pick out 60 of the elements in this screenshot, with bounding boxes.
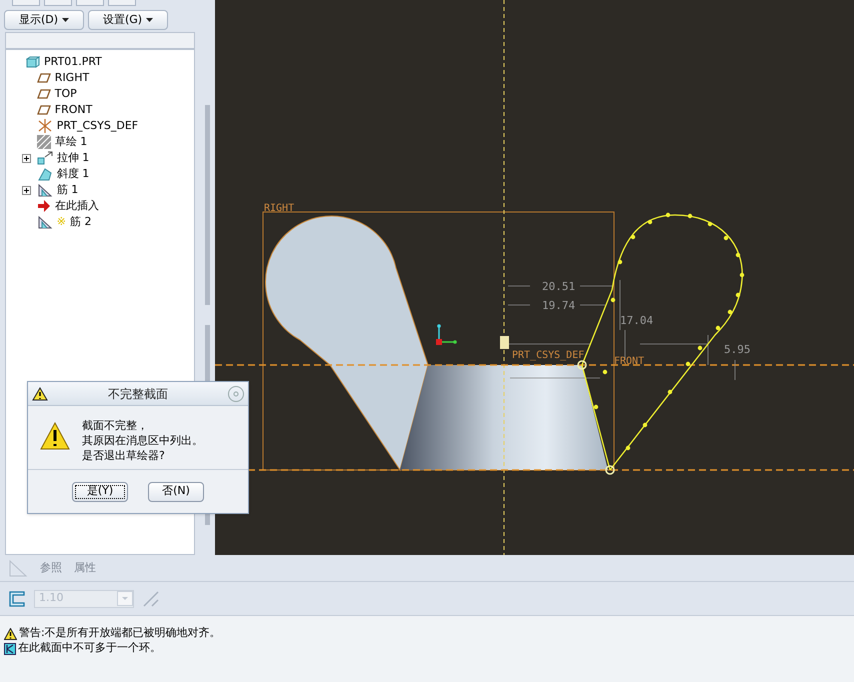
dialog-message: 是否退出草绘器? bbox=[82, 448, 166, 463]
axis-triad-icon bbox=[436, 324, 457, 345]
draft-icon bbox=[36, 167, 53, 181]
tree-item[interactable]: PRT01.PRT bbox=[44, 54, 102, 70]
thickness-icon bbox=[8, 590, 26, 608]
arrow-icon bbox=[36, 200, 51, 212]
caret-icon bbox=[62, 18, 70, 22]
dimension-value: 5.95 bbox=[724, 343, 750, 356]
plane-icon bbox=[36, 73, 51, 83]
part-icon bbox=[26, 56, 40, 68]
dialog-title: 不完整截面 bbox=[107, 386, 169, 402]
warning-icon bbox=[40, 422, 70, 450]
message-text: 警告:不是所有开放端都已被明确地对齐。 bbox=[19, 625, 221, 642]
plane-label: FRONT bbox=[614, 356, 644, 367]
panel-tab[interactable] bbox=[12, 0, 40, 6]
tree-item[interactable]: PRT_CSYS_DEF bbox=[56, 118, 138, 134]
sketch-icon bbox=[36, 135, 51, 149]
flip-icon bbox=[142, 590, 160, 608]
panel-tab[interactable] bbox=[76, 0, 104, 6]
dimension-value: 20.51 bbox=[542, 280, 576, 293]
close-icon bbox=[233, 390, 239, 396]
tree-item[interactable]: 拉伸 1 bbox=[56, 150, 90, 166]
message-text: 在此截面中不可多于一个环。 bbox=[18, 640, 161, 656]
constraint-marker bbox=[500, 336, 509, 349]
dimension-value: 17.04 bbox=[620, 314, 654, 327]
tree-item[interactable]: 斜度 1 bbox=[56, 166, 90, 182]
new-feature-marker: ※ bbox=[56, 214, 66, 230]
dimension-value: 19.74 bbox=[542, 299, 576, 312]
coordinate-system-icon bbox=[36, 119, 53, 133]
warning-icon bbox=[4, 628, 17, 640]
plane-label: RIGHT bbox=[264, 203, 294, 214]
error-icon bbox=[4, 642, 16, 654]
tree-item[interactable]: RIGHT bbox=[54, 70, 90, 86]
splitter-handle[interactable] bbox=[205, 105, 210, 305]
rib-icon bbox=[36, 183, 53, 197]
tree-item[interactable]: 在此插入 bbox=[54, 198, 99, 214]
panel-tab[interactable] bbox=[108, 0, 136, 6]
tree-item[interactable]: 草绘 1 bbox=[54, 134, 88, 150]
tree-item[interactable]: 筋 2 bbox=[70, 214, 92, 230]
panel-tab[interactable] bbox=[44, 0, 72, 6]
plane-icon bbox=[36, 105, 51, 115]
rib-icon bbox=[36, 215, 53, 229]
menu-button[interactable]: 显示(D) bbox=[4, 10, 84, 30]
expand-icon[interactable] bbox=[22, 154, 32, 162]
tree-item[interactable]: FRONT bbox=[54, 102, 92, 118]
tree-item[interactable]: 筋 1 bbox=[56, 182, 78, 198]
plane-label: PRT_CSYS_DEF bbox=[512, 350, 584, 361]
extrude-icon bbox=[36, 151, 53, 165]
menu-button[interactable]: 设置(G) bbox=[88, 10, 168, 30]
dialog-message: 截面不完整， bbox=[82, 418, 149, 433]
tree-item[interactable]: TOP bbox=[54, 86, 77, 102]
dialog-button[interactable]: 否(N) bbox=[148, 482, 204, 502]
caret-icon bbox=[146, 18, 154, 22]
warning-icon bbox=[32, 386, 48, 400]
dialog-message: 其原因在消息区中列出。 bbox=[82, 433, 203, 448]
plane-icon bbox=[36, 89, 51, 99]
close-button[interactable] bbox=[228, 386, 244, 402]
expand-icon[interactable] bbox=[22, 186, 32, 194]
dropdown-icon bbox=[117, 591, 133, 606]
rib-icon bbox=[8, 559, 28, 577]
